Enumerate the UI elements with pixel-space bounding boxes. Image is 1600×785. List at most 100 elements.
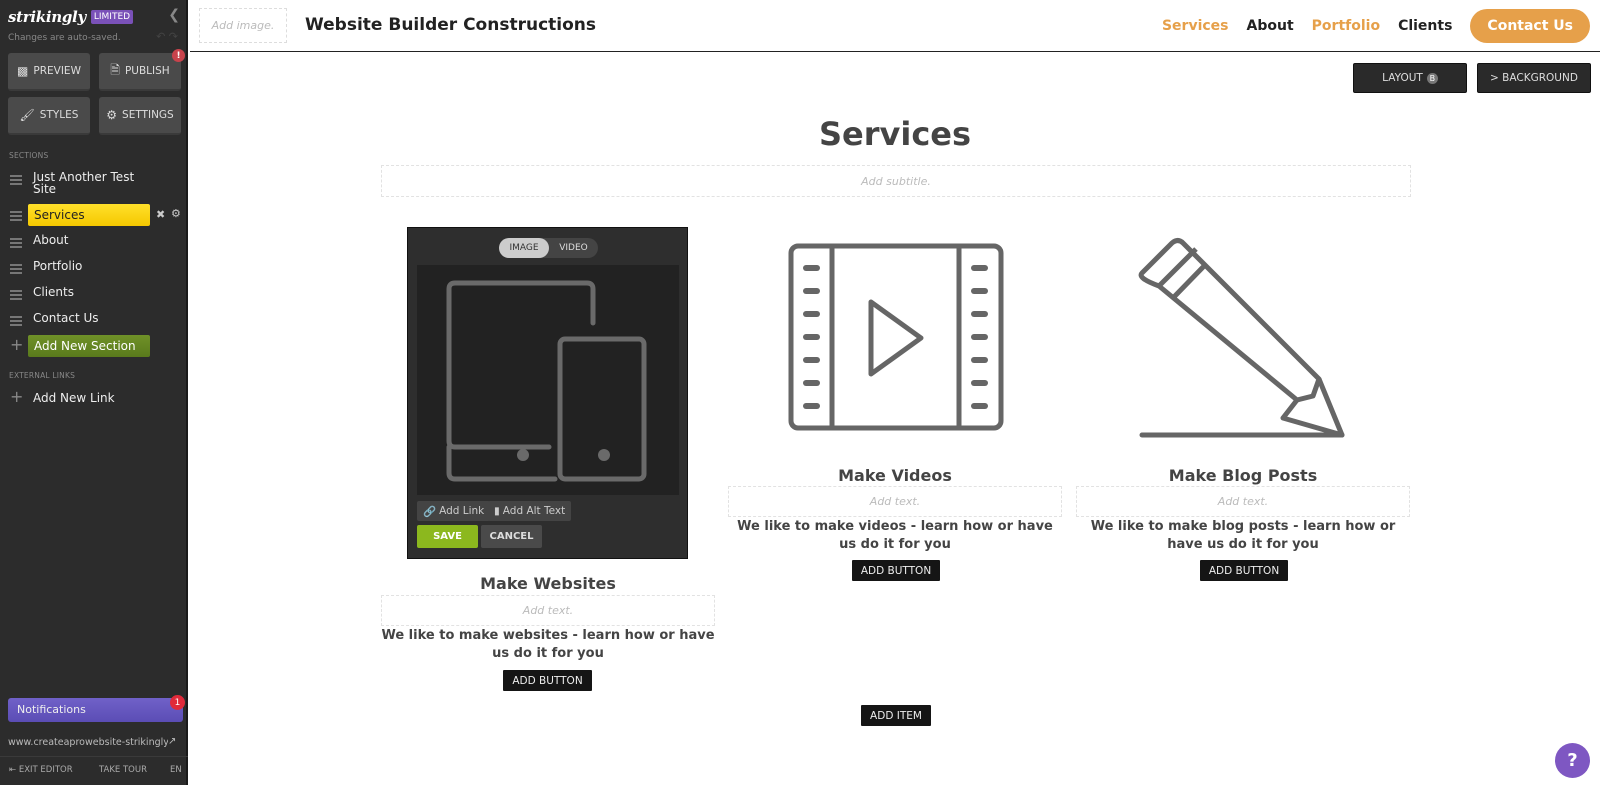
preview-button[interactable]: ▩ PREVIEW: [8, 53, 90, 91]
background-button[interactable]: > BACKGROUND: [1477, 63, 1591, 93]
notifications-button[interactable]: Notifications 1: [8, 695, 185, 722]
delete-section-icon[interactable]: ✖: [156, 208, 165, 221]
help-button[interactable]: ?: [1555, 743, 1590, 778]
section-settings-icon[interactable]: ⚙: [171, 207, 181, 220]
item-title[interactable]: Make Videos: [728, 466, 1062, 485]
site-nav: Services About Portfolio Clients Contact…: [1162, 0, 1600, 52]
cancel-button[interactable]: CANCEL: [481, 525, 542, 548]
section-label: About: [33, 233, 69, 247]
external-link-icon[interactable]: ↗: [168, 736, 176, 747]
settings-label: SETTINGS: [122, 109, 174, 121]
nav-about[interactable]: About: [1247, 18, 1294, 34]
item-title[interactable]: Make Blog Posts: [1076, 466, 1410, 485]
add-item-button[interactable]: ADD ITEM: [861, 705, 931, 726]
gear-icon: ⚙: [106, 108, 118, 122]
section-label: Just Another Test Site: [33, 170, 135, 196]
tab-video[interactable]: VIDEO: [549, 238, 598, 258]
notifications-count-badge: 1: [170, 695, 185, 710]
plan-badge[interactable]: LIMITED: [90, 10, 134, 24]
drag-handle-icon[interactable]: [10, 290, 22, 300]
section-label-active[interactable]: Services: [28, 204, 150, 226]
publish-alert-badge: !: [172, 49, 185, 62]
exit-icon: ⇤: [9, 765, 17, 775]
plus-icon: +: [10, 335, 24, 354]
publish-label: PUBLISH: [124, 65, 170, 77]
nav-clients[interactable]: Clients: [1398, 18, 1452, 34]
add-text-placeholder[interactable]: Add text.: [381, 595, 715, 626]
drag-handle-icon[interactable]: [10, 238, 22, 248]
add-image-placeholder[interactable]: Add image.: [199, 8, 287, 43]
collapse-sidebar-icon[interactable]: ❮: [168, 7, 180, 23]
pencil-icon[interactable]: [1137, 236, 1347, 445]
language-selector[interactable]: EN: [170, 765, 182, 775]
add-text-placeholder[interactable]: Add text.: [1076, 486, 1410, 517]
film-play-icon[interactable]: [787, 242, 1005, 436]
add-button[interactable]: ADD BUTTON: [503, 670, 592, 691]
exit-editor-label: EXIT EDITOR: [18, 765, 73, 775]
preview-label: PREVIEW: [33, 65, 81, 77]
nav-portfolio[interactable]: Portfolio: [1312, 18, 1380, 34]
section-title[interactable]: Services: [380, 115, 1410, 153]
footer-divider: [0, 756, 188, 757]
editor-sidebar: strikingly LIMITED ❮ Changes are auto-sa…: [0, 0, 188, 785]
add-link-button[interactable]: 🔗 Add Link: [417, 501, 491, 521]
publish-button[interactable]: 🗎 PUBLISH !: [99, 49, 185, 91]
section-item[interactable]: Portfolio: [0, 260, 188, 274]
undo-redo: ↶ ↷: [156, 30, 178, 43]
site-url-link[interactable]: www.createaprowebsite-strikingly.com: [8, 737, 168, 748]
strikingly-logo: strikingly: [8, 8, 86, 26]
add-button[interactable]: ADD BUTTON: [1200, 560, 1288, 581]
external-links-heading: EXTERNAL LINKS: [9, 371, 76, 380]
section-item[interactable]: Clients: [0, 286, 188, 300]
add-link-label: Add Link: [439, 505, 485, 517]
drag-handle-icon[interactable]: [10, 316, 22, 326]
item-description[interactable]: We like to make websites - learn how or …: [381, 627, 715, 663]
section-item[interactable]: Just Another Test Site: [0, 171, 188, 195]
subtitle-placeholder[interactable]: Add subtitle.: [381, 165, 1411, 197]
media-type-toggle[interactable]: IMAGE VIDEO: [499, 238, 598, 258]
site-title[interactable]: Website Builder Constructions: [305, 15, 596, 35]
file-icon: 🗎: [110, 62, 120, 77]
exit-editor-button[interactable]: ⇤ EXIT EDITOR: [9, 765, 73, 775]
link-icon: 🔗: [423, 505, 437, 518]
logo-row: strikingly LIMITED: [8, 8, 134, 26]
add-alt-text-button[interactable]: ▮ Add Alt Text: [488, 501, 572, 521]
styles-button[interactable]: 🖌 STYLES: [8, 97, 90, 135]
drag-handle-icon[interactable]: [10, 211, 22, 221]
autosave-status: Changes are auto-saved.: [8, 33, 121, 43]
add-new-link[interactable]: Add New Link: [0, 392, 188, 404]
add-new-link-label: Add New Link: [33, 391, 115, 405]
add-text-placeholder[interactable]: Add text.: [728, 486, 1062, 517]
section-item[interactable]: About: [0, 234, 188, 248]
sections-heading: SECTIONS: [9, 151, 49, 160]
site-header: Add image. Website Builder Constructions…: [190, 0, 1600, 52]
take-tour-button[interactable]: TAKE TOUR: [99, 765, 147, 775]
layout-variant-badge: B: [1426, 72, 1438, 84]
add-button[interactable]: ADD BUTTON: [852, 560, 940, 581]
section-label: Portfolio: [33, 259, 83, 273]
media-preview[interactable]: [417, 265, 679, 495]
section-label: Contact Us: [33, 311, 99, 325]
add-new-section-button[interactable]: Add New Section: [28, 335, 150, 357]
add-alt-text-label: Add Alt Text: [502, 505, 566, 517]
brush-icon: 🖌: [19, 108, 35, 122]
redo-icon[interactable]: ↷: [169, 30, 178, 43]
drag-handle-icon[interactable]: [10, 175, 22, 185]
nav-services[interactable]: Services: [1162, 18, 1229, 34]
section-item[interactable]: Contact Us: [0, 312, 188, 326]
settings-button[interactable]: ⚙ SETTINGS: [99, 97, 181, 135]
drag-handle-icon[interactable]: [10, 264, 22, 274]
item-title[interactable]: Make Websites: [381, 574, 715, 593]
layout-button[interactable]: LAYOUT B: [1353, 63, 1467, 93]
item-description[interactable]: We like to make blog posts - learn how o…: [1076, 518, 1410, 554]
undo-icon[interactable]: ↶: [156, 30, 165, 43]
styles-label: STYLES: [39, 109, 79, 121]
media-editor-panel: IMAGE VIDEO 🔗 Add Link ▮ Add Alt Text SA…: [407, 227, 688, 559]
nav-contact-us-button[interactable]: Contact Us: [1470, 9, 1590, 43]
comment-icon: ▮: [494, 505, 500, 517]
tab-image[interactable]: IMAGE: [499, 238, 549, 258]
save-button[interactable]: SAVE: [417, 525, 478, 548]
item-description[interactable]: We like to make videos - learn how or ha…: [728, 518, 1062, 554]
section-label: Clients: [33, 285, 74, 299]
layout-label: LAYOUT: [1382, 72, 1423, 84]
